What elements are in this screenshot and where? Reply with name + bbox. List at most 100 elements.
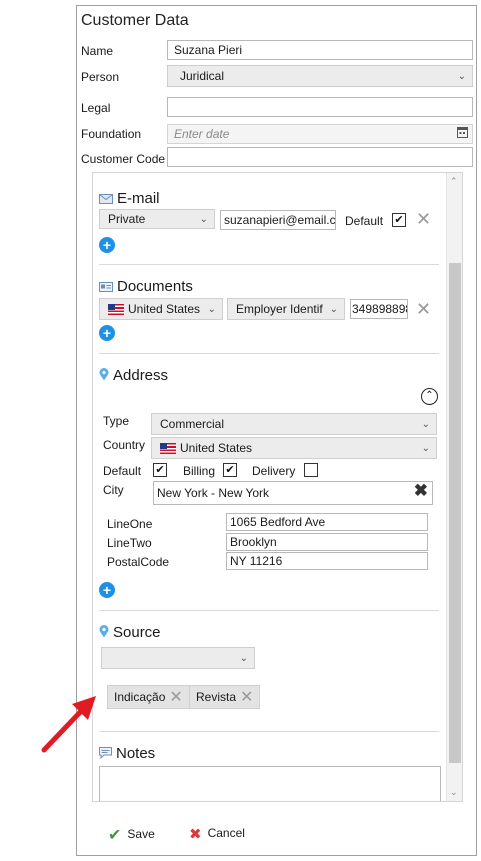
notes-textarea[interactable] [99, 766, 441, 801]
separator [99, 264, 439, 265]
email-type-value: Private [108, 212, 146, 226]
address-type-value: Commercial [160, 417, 225, 431]
address-default-checkbox[interactable]: ✔ [153, 463, 167, 477]
close-icon: ✕ [416, 209, 432, 229]
address-collapse-button[interactable]: ⌃ [421, 388, 438, 405]
window-title: Customer Data [81, 12, 189, 29]
flag-us-icon [108, 304, 124, 316]
address-delivery-label: Delivery [252, 464, 296, 478]
address-city-label: City [103, 483, 124, 497]
vertical-scrollbar[interactable]: ⌃ ⌄ [446, 173, 462, 801]
chevron-down-icon: ⌄ [421, 443, 430, 454]
customer-code-label: Customer Code [81, 152, 166, 166]
address-city-field[interactable]: New York - New York ✖ [153, 481, 433, 505]
separator [99, 731, 439, 732]
documents-title-text: Documents [117, 278, 193, 295]
close-icon[interactable]: ✕ [169, 689, 182, 706]
separator [99, 610, 439, 611]
chevron-down-icon: ⌄ [239, 653, 248, 664]
foundation-date-field[interactable]: Enter date [167, 124, 473, 144]
document-country-select[interactable]: United States ⌄ [99, 298, 223, 320]
postal-code-field[interactable]: NY 11216 [226, 552, 428, 570]
notes-title-text: Notes [116, 745, 156, 762]
name-field[interactable]: Suzana Pieri [167, 40, 473, 60]
details-scroll-panel: ⌃ ⌄ E-mail Private ⌄ suzanapieri@email.c… [92, 172, 463, 802]
document-add-button[interactable]: + [99, 325, 115, 341]
documents-section-title: Documents [99, 278, 193, 296]
scroll-up-icon[interactable]: ⌃ [450, 176, 458, 187]
annotation-arrow [41, 696, 96, 753]
cancel-button-label: Cancel [207, 826, 245, 841]
line-two-label: LineTwo [107, 536, 152, 550]
close-icon: ✖ [189, 826, 202, 843]
address-delivery-checkbox[interactable] [304, 463, 318, 477]
foundation-placeholder: Enter date [174, 127, 230, 141]
envelope-icon [99, 191, 113, 208]
address-country-value: United States [180, 441, 253, 455]
plus-icon: + [102, 325, 112, 341]
close-icon[interactable]: ✖ [414, 482, 428, 499]
line-two-field[interactable]: Brooklyn [226, 533, 428, 551]
checkmark-icon: ✔ [108, 827, 122, 844]
chevron-down-icon: ⌄ [329, 304, 338, 315]
scroll-thumb[interactable] [449, 263, 461, 763]
email-title-text: E-mail [117, 190, 160, 207]
address-section-title: Address [99, 367, 168, 385]
plus-icon: + [102, 582, 112, 598]
checkmark-icon: ✔ [225, 464, 235, 476]
legal-field[interactable] [167, 97, 473, 117]
chevron-down-icon: ⌄ [421, 419, 430, 430]
document-remove-button[interactable]: ✕ [416, 300, 431, 318]
line-one-field[interactable]: 1065 Bedford Ave [226, 513, 428, 531]
customer-code-field[interactable] [167, 147, 473, 167]
document-type-select[interactable]: Employer Identif ⌄ [227, 298, 345, 320]
document-number-field[interactable]: 349898898 [350, 299, 408, 319]
name-label: Name [81, 44, 114, 58]
save-button-label: Save [127, 827, 155, 842]
chevron-down-icon: ⌄ [207, 304, 216, 315]
source-tag-label: Indicação [114, 690, 166, 704]
address-billing-label: Billing [183, 464, 216, 478]
customer-data-window: Customer Data Name Suzana Pieri Person J… [76, 5, 477, 856]
separator [99, 353, 439, 354]
person-select[interactable]: Juridical ⌄ [167, 65, 473, 87]
flag-us-icon [160, 443, 176, 455]
document-country-value: United States [128, 302, 201, 316]
cancel-button[interactable]: ✖ Cancel [189, 825, 245, 843]
email-type-select[interactable]: Private ⌄ [99, 209, 215, 229]
email-address-field[interactable]: suzanapieri@email.co [220, 210, 336, 230]
address-type-select[interactable]: Commercial ⌄ [151, 413, 437, 435]
source-select[interactable]: ⌄ [101, 647, 255, 669]
map-pin-icon [99, 624, 109, 642]
close-icon[interactable]: ✕ [240, 689, 253, 706]
address-title-text: Address [113, 367, 169, 384]
address-default-label: Default [103, 464, 142, 478]
postal-code-label: PostalCode [107, 555, 170, 569]
chevron-up-icon: ⌃ [425, 390, 434, 401]
scroll-down-icon[interactable]: ⌄ [450, 787, 458, 798]
legal-label: Legal [81, 101, 111, 115]
line-one-label: LineOne [107, 517, 153, 531]
email-add-button[interactable]: + [99, 237, 115, 253]
id-card-icon [99, 279, 113, 296]
source-section-title: Source [99, 624, 161, 642]
close-icon: ✕ [416, 299, 432, 319]
email-default-label: Default [345, 214, 384, 228]
person-select-value: Juridical [180, 69, 225, 83]
email-section-title: E-mail [99, 190, 160, 208]
address-type-label: Type [103, 414, 130, 428]
map-pin-icon [99, 367, 109, 385]
plus-icon: + [102, 237, 112, 253]
chevron-down-icon: ⌄ [199, 214, 208, 225]
email-remove-button[interactable]: ✕ [416, 210, 431, 228]
address-billing-checkbox[interactable]: ✔ [223, 463, 237, 477]
source-title-text: Source [113, 624, 161, 641]
address-country-select[interactable]: United States ⌄ [151, 437, 437, 459]
calendar-icon[interactable] [457, 126, 468, 142]
save-button[interactable]: ✔ Save [108, 825, 155, 845]
email-default-checkbox[interactable]: ✔ [392, 213, 406, 227]
address-add-button[interactable]: + [99, 582, 115, 598]
document-type-value: Employer Identif [236, 302, 323, 316]
foundation-label: Foundation [81, 127, 142, 141]
checkmark-icon: ✔ [155, 464, 165, 476]
